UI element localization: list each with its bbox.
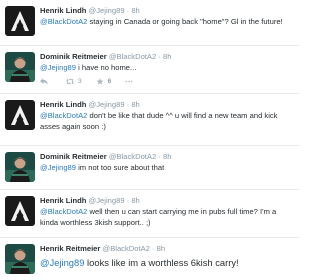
separator: ·: [158, 52, 161, 61]
author-handle[interactable]: @BlackDotA2: [109, 152, 156, 161]
tweet-text: @BlackDotA2 well then u can start carryi…: [40, 206, 294, 228]
author-handle[interactable]: @Jejing89: [89, 100, 125, 109]
author-name[interactable]: Dominik Reitmeier: [40, 152, 107, 161]
separator: ·: [126, 100, 130, 109]
retweet-icon: [66, 78, 74, 85]
mention-link[interactable]: @Jejing89: [40, 257, 84, 268]
tweet[interactable]: Dominik Reitmeier @BlackDotA2 · 8h @Jeji…: [0, 46, 300, 94]
avatar[interactable]: [5, 152, 35, 182]
mention-link[interactable]: @BlackDotA2: [40, 207, 87, 216]
avatar[interactable]: [5, 52, 35, 82]
avatar[interactable]: [5, 6, 35, 36]
author-name[interactable]: Dominik Reitmeier: [40, 52, 107, 61]
timestamp[interactable]: 8h: [163, 52, 171, 61]
more-button[interactable]: [125, 78, 137, 85]
separator: ·: [126, 6, 130, 15]
favorite-count: 6: [107, 78, 112, 85]
retweet-count: 3: [78, 78, 82, 85]
tweet-text: @BlackDotA2 don't be like that dude ^^ u…: [40, 110, 294, 132]
more-dots-icon: [125, 80, 133, 83]
a-logo-avatar-icon: [5, 6, 35, 36]
timestamp[interactable]: 8h: [131, 100, 139, 109]
player-photo-avatar-icon: [5, 244, 35, 274]
mention-link[interactable]: @Jejing89: [40, 63, 76, 72]
author-name[interactable]: Henrik Reitmeier: [40, 244, 100, 253]
timestamp[interactable]: 8h: [131, 196, 139, 205]
tweet-text: @Jejing89 im not too sure about that: [40, 162, 294, 173]
player-photo-avatar-icon: [5, 52, 35, 82]
avatar[interactable]: [5, 244, 35, 274]
author-handle[interactable]: @BlackDotA2: [102, 244, 149, 253]
separator: ·: [152, 244, 155, 253]
tweet-actions: 3 6: [40, 78, 294, 85]
tweet[interactable]: Henrik Reitmeier @BlackDotA2 · 8h @Jejin…: [0, 238, 300, 280]
author-handle[interactable]: @Jejing89: [89, 6, 125, 15]
tweet-header: Henrik Lindh @Jejing89 · 8h: [40, 99, 294, 110]
star-icon: [96, 78, 104, 85]
author-name[interactable]: Henrik Lindh: [40, 100, 86, 109]
mention-link[interactable]: @BlackDotA2: [40, 17, 87, 26]
tweet-body: looks like im a worthless 6kish carry!: [84, 257, 239, 268]
tweet-header: Dominik Reitmeier @BlackDotA2 · 8h: [40, 151, 294, 162]
tweet[interactable]: Henrik Lindh @Jejing89 · 8h @BlackDotA2 …: [0, 94, 300, 146]
tweet-text: @BlackDotA2 staying in Canada or going b…: [40, 16, 294, 27]
a-logo-avatar-icon: [5, 100, 35, 130]
separator: ·: [158, 152, 161, 161]
retweet-button[interactable]: 3: [66, 78, 82, 85]
mention-link[interactable]: @BlackDotA2: [40, 111, 87, 120]
favorite-button[interactable]: 6: [96, 78, 112, 85]
player-photo-avatar-icon: [5, 152, 35, 182]
tweet-header: Henrik Lindh @Jejing89 · 8h: [40, 5, 294, 16]
timestamp[interactable]: 8h: [131, 6, 139, 15]
tweet-body: i have no home...: [76, 63, 137, 72]
timestamp[interactable]: 8h: [157, 244, 165, 253]
separator: ·: [126, 196, 130, 205]
tweet[interactable]: Henrik Lindh @Jejing89 · 8h @BlackDotA2 …: [0, 0, 300, 46]
tweet-header: Henrik Reitmeier @BlackDotA2 · 8h: [40, 243, 294, 254]
author-handle[interactable]: @BlackDotA2: [109, 52, 156, 61]
tweet[interactable]: Dominik Reitmeier @BlackDotA2 · 8h @Jeji…: [0, 146, 300, 190]
author-name[interactable]: Henrik Lindh: [40, 196, 86, 205]
mention-link[interactable]: @Jejing89: [40, 163, 76, 172]
author-name[interactable]: Henrik Lindh: [40, 6, 86, 15]
reply-button[interactable]: [40, 78, 52, 85]
tweet-body: staying in Canada or going back "home"? …: [87, 17, 283, 26]
tweet-timeline: Henrik Lindh @Jejing89 · 8h @BlackDotA2 …: [0, 0, 300, 280]
author-handle[interactable]: @Jejing89: [89, 196, 125, 205]
avatar[interactable]: [5, 100, 35, 130]
tweet-text: @Jejing89 i have no home...: [40, 62, 294, 73]
reply-icon: [40, 78, 48, 85]
tweet-header: Dominik Reitmeier @BlackDotA2 · 8h: [40, 51, 294, 62]
a-logo-avatar-icon: [5, 196, 35, 226]
tweet[interactable]: Henrik Lindh @Jejing89 · 8h @BlackDotA2 …: [0, 190, 300, 238]
timestamp[interactable]: 8h: [163, 152, 171, 161]
avatar[interactable]: [5, 196, 35, 226]
tweet-text: @Jejing89 looks like im a worthless 6kis…: [40, 256, 294, 269]
tweet-body: im not too sure about that: [76, 163, 165, 172]
tweet-header: Henrik Lindh @Jejing89 · 8h: [40, 195, 294, 206]
